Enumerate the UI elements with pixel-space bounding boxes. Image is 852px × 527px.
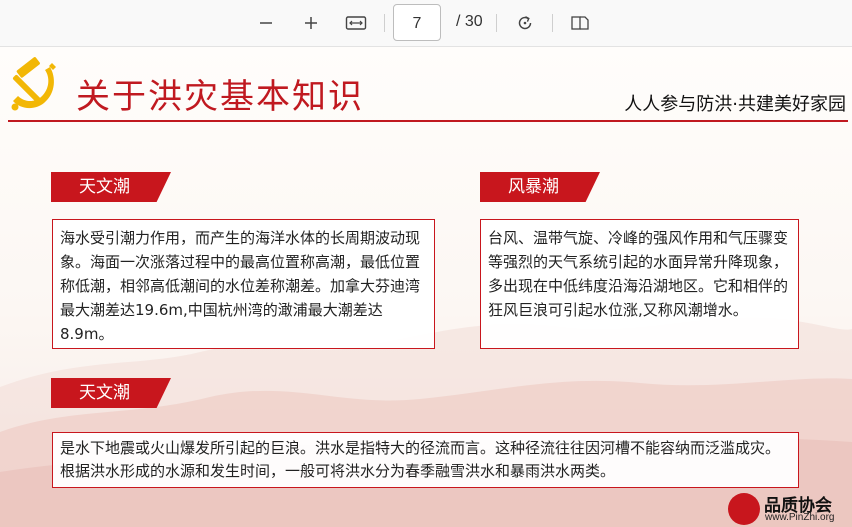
plus-icon	[305, 17, 317, 29]
section-text-box: 台风、温带气旋、冷峰的强风作用和气压骤变等强烈的天气系统引起的水面异常升降现象，…	[480, 219, 799, 349]
section-tag-label: 风暴潮	[508, 177, 559, 197]
section-tag: 天文潮	[51, 172, 171, 202]
zoom-in-button[interactable]	[296, 8, 326, 38]
section-text: 台风、温带气旋、冷峰的强风作用和气压骤变等强烈的天气系统引起的水面异常升降现象，…	[488, 229, 789, 319]
slide-header: 关于洪灾基本知识 人人参与防洪·共建美好家园	[0, 47, 852, 123]
section-text: 是水下地震或火山爆发所引起的巨浪。洪水是指特大的径流而言。这种径流往往因河槽不能…	[60, 439, 781, 480]
section-text-box: 海水受引潮力作用，而产生的海洋水体的长周期波动现象。海面一次涨落过程中的最高位置…	[52, 219, 435, 349]
section-tag-label: 天文潮	[79, 383, 130, 403]
pdf-toolbar: 7 / 30	[0, 0, 852, 47]
fit-width-icon	[345, 16, 367, 30]
logo-icon	[728, 493, 760, 525]
section-text: 海水受引潮力作用，而产生的海洋水体的长周期波动现象。海面一次涨落过程中的最高位置…	[60, 229, 421, 343]
two-page-icon	[571, 16, 589, 30]
minus-icon	[260, 22, 272, 24]
toolbar-divider	[384, 14, 385, 32]
page-number-input[interactable]: 7	[393, 4, 441, 41]
zoom-out-button[interactable]	[251, 8, 281, 38]
fit-width-button[interactable]	[341, 8, 371, 38]
logo-url: www.PinZhi.org	[765, 512, 835, 523]
hammer-sickle-icon	[11, 57, 56, 111]
section-tag-label: 天文潮	[79, 177, 130, 197]
rotate-icon	[518, 16, 532, 30]
slide-slogan: 人人参与防洪·共建美好家园	[624, 94, 846, 115]
header-divider	[8, 120, 848, 122]
page-total: / 30	[456, 13, 483, 30]
rotate-button[interactable]	[510, 8, 540, 38]
toolbar-divider	[552, 14, 553, 32]
slide-title: 关于洪灾基本知识	[76, 77, 364, 117]
section-tag: 天文潮	[51, 378, 171, 408]
two-page-view-button[interactable]	[565, 8, 595, 38]
watermark-logo: 品质协会 www.PinZhi.org	[728, 491, 850, 527]
slide-page: 关于洪灾基本知识 人人参与防洪·共建美好家园 天文潮 海水受引潮力作用，而产生的…	[0, 47, 852, 527]
toolbar-divider	[496, 14, 497, 32]
section-tag: 风暴潮	[480, 172, 600, 202]
section-text-box: 是水下地震或火山爆发所引起的巨浪。洪水是指特大的径流而言。这种径流往往因河槽不能…	[52, 432, 799, 488]
